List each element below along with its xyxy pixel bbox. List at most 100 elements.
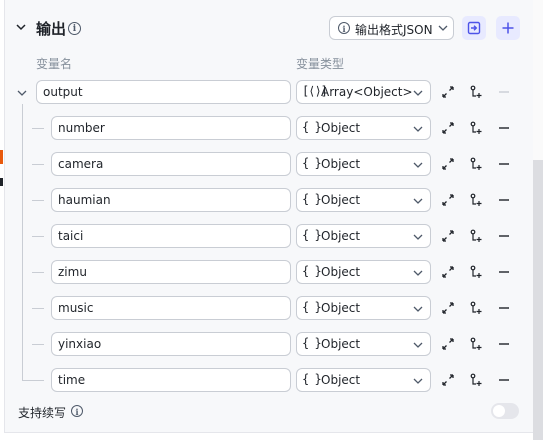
variable-type-select[interactable]: { } Object	[296, 332, 431, 356]
expand-icon[interactable]	[441, 193, 455, 207]
tree-guide-branch	[32, 272, 44, 273]
variable-type-label: Object	[321, 337, 361, 351]
tree-guide-branch	[32, 308, 44, 309]
expand-icon[interactable]	[441, 265, 455, 279]
expand-icon[interactable]	[441, 157, 455, 171]
add-child-icon[interactable]	[469, 85, 483, 99]
plus-icon	[502, 22, 514, 34]
scrollbar-thumb[interactable]	[533, 160, 543, 440]
tree-guide-branch	[32, 200, 44, 201]
expand-icon[interactable]	[441, 373, 455, 387]
chevron-down-icon	[413, 234, 423, 240]
output-format-button[interactable]: i 输出格式JSON	[329, 16, 454, 40]
object-type-icon: { }	[302, 120, 322, 134]
left-edge-marker-dark	[0, 178, 3, 186]
chevron-down-icon	[413, 270, 423, 276]
object-type-icon: { }	[302, 156, 322, 170]
variable-type-select[interactable]: { } Object	[296, 188, 431, 212]
expand-icon[interactable]	[441, 301, 455, 315]
minus-icon[interactable]	[497, 229, 511, 243]
variable-type-select[interactable]: [⟨⟩] Array<Object>	[296, 80, 431, 104]
variable-name-input[interactable]: output	[36, 80, 291, 104]
left-edge-marker	[0, 150, 3, 164]
chevron-down-icon	[413, 342, 423, 348]
variable-type-select[interactable]: { } Object	[296, 116, 431, 140]
expand-icon[interactable]	[441, 85, 455, 99]
variable-type-label: Object	[321, 193, 361, 207]
stream-output-toggle[interactable]	[491, 403, 519, 419]
object-type-icon: { }	[302, 192, 322, 206]
tree-guide-branch	[32, 164, 44, 165]
variable-name-input[interactable]: taici	[51, 224, 291, 248]
add-child-icon[interactable]	[469, 301, 483, 315]
variable-name-input[interactable]: haumian	[51, 188, 291, 212]
chevron-down-icon	[438, 25, 448, 31]
chevron-down-icon[interactable]	[16, 22, 26, 32]
variable-name-input[interactable]: zimu	[51, 260, 291, 284]
import-icon	[467, 21, 481, 35]
minus-icon[interactable]	[497, 337, 511, 351]
info-icon[interactable]: i	[71, 405, 83, 417]
expand-icon[interactable]	[441, 337, 455, 351]
tree-guide-branch	[32, 128, 44, 129]
minus-icon[interactable]	[497, 157, 511, 171]
chevron-down-icon	[413, 306, 423, 312]
toggle-knob	[493, 405, 505, 417]
expand-icon[interactable]	[441, 121, 455, 135]
chevron-down-icon	[413, 90, 423, 96]
object-type-icon: { }	[302, 264, 322, 278]
variable-name-input[interactable]: camera	[51, 152, 291, 176]
variable-name-input[interactable]: music	[51, 296, 291, 320]
variable-type-label: Object	[321, 301, 361, 315]
tree-guide-branch	[32, 344, 44, 345]
chevron-down-icon	[413, 162, 423, 168]
object-type-icon: { }	[302, 372, 322, 386]
tree-guide-branch	[32, 236, 44, 237]
variable-type-select[interactable]: { } Object	[296, 368, 431, 392]
column-header-name: 变量名	[36, 57, 73, 71]
variable-type-label: Object	[321, 265, 361, 279]
object-type-icon: { }	[302, 336, 322, 350]
chevron-down-icon	[413, 378, 423, 384]
variable-type-select[interactable]: { } Object	[296, 260, 431, 284]
info-icon[interactable]: i	[68, 22, 81, 35]
column-header-type: 变量类型	[296, 57, 345, 71]
minus-icon[interactable]	[497, 121, 511, 135]
variable-type-label: Array<Object>	[321, 85, 413, 99]
variable-name-input[interactable]: number	[51, 116, 291, 140]
add-variable-button[interactable]	[496, 16, 520, 40]
add-child-icon[interactable]	[469, 337, 483, 351]
info-icon: i	[338, 22, 350, 34]
add-child-icon[interactable]	[469, 193, 483, 207]
minus-icon[interactable]	[497, 265, 511, 279]
variable-name-input[interactable]: time	[51, 368, 291, 392]
variable-type-select[interactable]: { } Object	[296, 296, 431, 320]
minus-icon[interactable]	[497, 301, 511, 315]
variable-type-select[interactable]: { } Object	[296, 152, 431, 176]
variable-type-label: Object	[321, 157, 361, 171]
minus-icon[interactable]	[497, 373, 511, 387]
add-child-icon[interactable]	[469, 121, 483, 135]
chevron-down-icon	[413, 126, 423, 132]
stream-output-label: 支持续写	[18, 406, 67, 420]
output-format-label: 输出格式JSON	[355, 23, 433, 37]
add-child-icon[interactable]	[469, 157, 483, 171]
expand-icon[interactable]	[441, 229, 455, 243]
chevron-down-icon[interactable]	[17, 89, 27, 97]
variable-type-label: Object	[321, 229, 361, 243]
minus-icon[interactable]	[497, 193, 511, 207]
section-title: 输出	[36, 20, 67, 38]
import-button[interactable]	[462, 16, 486, 40]
variable-type-select[interactable]: { } Object	[296, 224, 431, 248]
variable-type-label: Object	[321, 373, 361, 387]
add-child-icon[interactable]	[469, 265, 483, 279]
object-type-icon: { }	[302, 228, 322, 242]
variable-type-label: Object	[321, 121, 361, 135]
tree-guide-branch	[22, 380, 44, 381]
add-child-icon[interactable]	[469, 229, 483, 243]
chevron-down-icon	[413, 198, 423, 204]
add-child-icon[interactable]	[469, 373, 483, 387]
variable-name-input[interactable]: yinxiao	[51, 332, 291, 356]
tree-guide-vertical	[22, 104, 23, 380]
object-type-icon: { }	[302, 300, 322, 314]
